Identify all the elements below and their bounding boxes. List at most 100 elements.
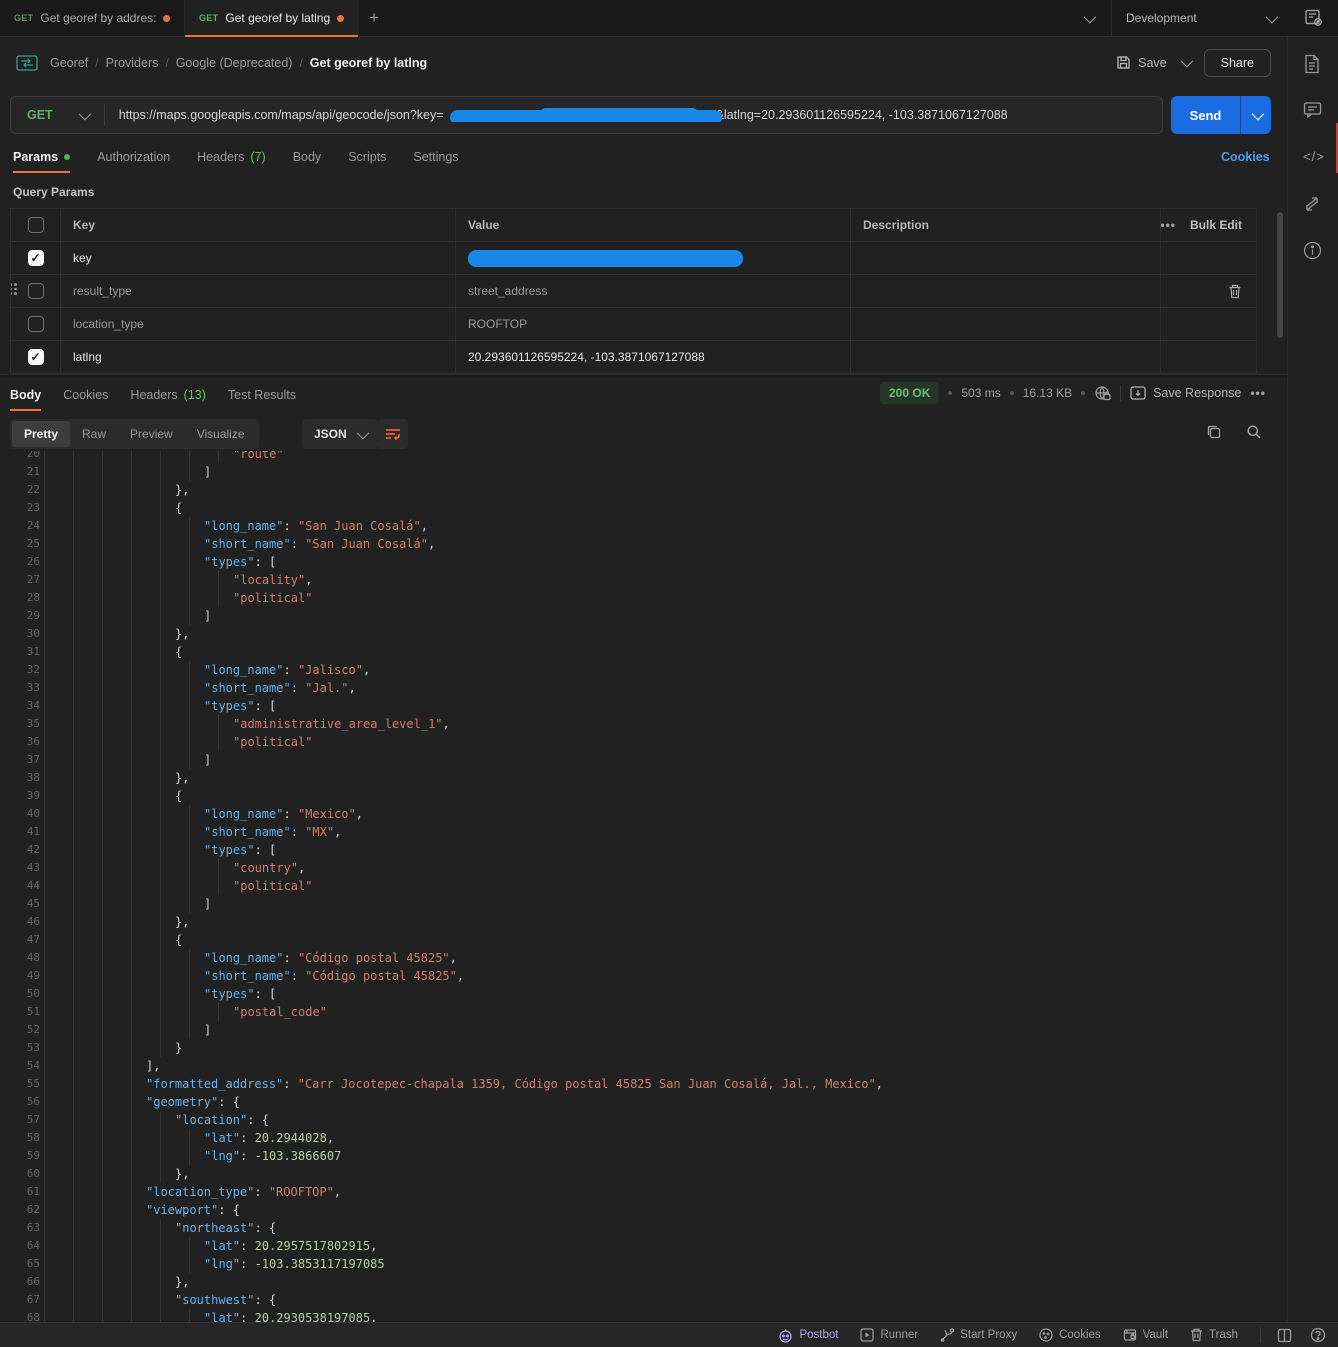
code-line-49: 49"short_name": "Código postal 45825",: [0, 967, 1287, 985]
footer-vault-button[interactable]: Vault: [1123, 1328, 1168, 1342]
footer-right-icons: [1260, 1327, 1326, 1343]
redaction-scribble: [539, 108, 699, 122]
code-line-53: 53}: [0, 1039, 1287, 1057]
param-value[interactable]: 20.293601126595224, -103.3871067127088: [456, 341, 851, 373]
param-description[interactable]: [851, 275, 1161, 307]
open-tab-get-georef-by-addres-[interactable]: GETGet georef by addres:: [0, 0, 185, 36]
tab-headers[interactable]: Headers(7): [197, 150, 266, 166]
tab-settings[interactable]: Settings: [413, 150, 458, 166]
footer-postbot-button[interactable]: Postbot: [778, 1328, 838, 1343]
drag-handle[interactable]: [11, 283, 21, 295]
param-value[interactable]: [456, 242, 851, 274]
param-key[interactable]: key: [61, 242, 456, 274]
footer-start-proxy-button[interactable]: Start Proxy: [940, 1328, 1017, 1342]
url-input[interactable]: https://maps.googleapis.com/maps/api/geo…: [119, 108, 1162, 122]
response-tab-test-results[interactable]: Test Results: [228, 388, 296, 404]
breadcrumb-item[interactable]: Georef: [50, 56, 88, 70]
footer-trash-button[interactable]: Trash: [1190, 1328, 1238, 1342]
format-selector[interactable]: JSON: [302, 419, 378, 449]
response-body-code[interactable]: 20"route"21]22},23{24"long_name": "San J…: [0, 451, 1287, 1322]
response-time[interactable]: 503 ms: [961, 386, 1000, 400]
method-selector[interactable]: GET: [11, 108, 104, 122]
view-preview[interactable]: Preview: [118, 421, 185, 447]
view-visualize[interactable]: Visualize: [185, 421, 257, 447]
param-description[interactable]: [851, 308, 1161, 340]
new-tab-button[interactable]: +: [359, 0, 389, 36]
param-value[interactable]: street_address: [456, 275, 851, 307]
param-row-key: ✓ key: [11, 242, 1256, 275]
network-info-icon[interactable]: [1094, 385, 1111, 402]
cookies-link[interactable]: Cookies: [1221, 150, 1270, 164]
response-tab-cookies[interactable]: Cookies: [63, 388, 108, 404]
code-snippet-button[interactable]: </>: [1303, 149, 1325, 164]
tab-method-label: GET: [14, 13, 33, 23]
tab-params[interactable]: Params: [13, 150, 70, 166]
tab-body[interactable]: Body: [293, 150, 322, 166]
view-raw[interactable]: Raw: [70, 421, 118, 447]
footer-cookies-button[interactable]: Cookies: [1039, 1328, 1101, 1342]
tab-overflow-chevron-icon[interactable]: [1066, 14, 1111, 23]
save-button[interactable]: Save: [1116, 55, 1167, 70]
tab-authorization[interactable]: Authorization: [97, 150, 170, 166]
breadcrumb-item[interactable]: Google (Deprecated): [176, 56, 293, 70]
params-scrollbar[interactable]: [1277, 212, 1283, 338]
footer-label: Start Proxy: [960, 1329, 1017, 1341]
copy-response-button[interactable]: [1206, 424, 1222, 440]
search-response-button[interactable]: [1246, 424, 1262, 440]
view-pretty[interactable]: Pretty: [12, 421, 70, 447]
response-tab-body[interactable]: Body: [10, 388, 41, 404]
send-options-button[interactable]: [1240, 96, 1271, 134]
status-badge[interactable]: 200 OK: [880, 382, 939, 404]
tab-label: Cookies: [63, 388, 108, 402]
param-key[interactable]: location_type: [61, 308, 456, 340]
param-key[interactable]: latlng: [61, 341, 456, 373]
open-tab-get-georef-by-latlng[interactable]: GETGet georef by latlng: [185, 0, 359, 36]
wrap-text-button[interactable]: [378, 419, 408, 449]
code-line-25: 25"short_name": "San Juan Cosalá",: [0, 535, 1287, 553]
param-checkbox-latlng[interactable]: ✓: [28, 349, 44, 365]
send-button[interactable]: Send: [1171, 96, 1240, 134]
param-checkbox-location_type[interactable]: [28, 316, 44, 332]
save-options-chevron[interactable]: [1177, 58, 1194, 67]
cookie-icon: [1039, 1328, 1053, 1342]
param-description[interactable]: [851, 341, 1161, 373]
code-line-50: 50"types": [: [0, 985, 1287, 1003]
info-button[interactable]: [1303, 241, 1322, 260]
share-button[interactable]: Share: [1204, 49, 1271, 77]
param-row-latlng: ✓ latlng20.293601126595224, -103.38710671…: [11, 341, 1256, 374]
select-all-checkbox[interactable]: [28, 217, 44, 233]
param-key[interactable]: result_type: [61, 275, 456, 307]
param-value[interactable]: ROOFTOP: [456, 308, 851, 340]
help-icon[interactable]: [1310, 1327, 1326, 1343]
response-tab-headers[interactable]: Headers(13): [130, 388, 205, 404]
save-response-button[interactable]: Save Response: [1130, 386, 1241, 400]
param-description[interactable]: [851, 242, 1161, 274]
param-checkbox-result_type[interactable]: [28, 283, 44, 299]
code-line-51: 51"postal_code": [0, 1003, 1287, 1021]
breadcrumb-item[interactable]: Providers: [106, 56, 159, 70]
bulk-edit-button[interactable]: Bulk Edit: [1190, 218, 1242, 232]
code-line-31: 31{: [0, 643, 1287, 661]
pane-splitter[interactable]: [0, 374, 1287, 378]
code-line-55: 55"formatted_address": "Carr Jocotepec-c…: [0, 1075, 1287, 1093]
params-more-options-icon[interactable]: •••: [1161, 218, 1176, 232]
code-line-32: 32"long_name": "Jalisco",: [0, 661, 1287, 679]
response-size[interactable]: 16.13 KB: [1023, 386, 1072, 400]
code-line-29: 29]: [0, 607, 1287, 625]
postman-app-window: GETGet georef by addres:GETGet georef by…: [0, 0, 1338, 1347]
delete-param-icon[interactable]: [1228, 284, 1242, 299]
swap-arrows-icon: [1303, 195, 1321, 213]
split-panel-icon[interactable]: [1277, 1328, 1292, 1343]
environment-selector[interactable]: Development: [1111, 0, 1289, 36]
tab-scripts[interactable]: Scripts: [348, 150, 386, 166]
code-line-44: 44"political": [0, 877, 1287, 895]
footer-runner-button[interactable]: Runner: [860, 1328, 918, 1342]
breadcrumb-current[interactable]: Get georef by latlng: [310, 56, 427, 70]
open-request-tabs: GETGet georef by addres:GETGet georef by…: [0, 0, 359, 36]
environment-quick-look-button[interactable]: [1289, 9, 1338, 27]
documentation-button[interactable]: [1303, 54, 1321, 74]
param-checkbox-key[interactable]: ✓: [28, 250, 44, 266]
related-requests-button[interactable]: [1303, 195, 1321, 213]
comments-button[interactable]: [1303, 101, 1322, 119]
response-more-options-icon[interactable]: •••: [1250, 386, 1266, 400]
